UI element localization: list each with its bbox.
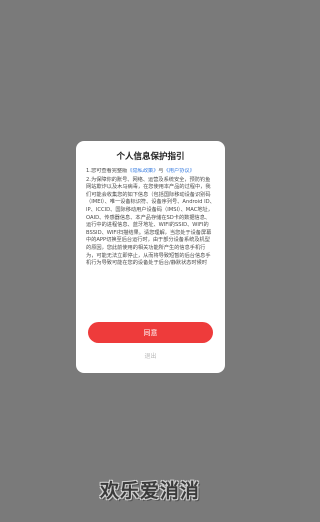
exit-button[interactable]: 退出 — [76, 351, 225, 360]
privacy-dialog: 个人信息保护指引 1.您可查看完整版《隐私政策》与《用户协议》 2.为保障你的账… — [76, 141, 225, 373]
dialog-title: 个人信息保护指引 — [116, 152, 185, 162]
dialog-scroll-content[interactable]: 1.您可查看完整版《隐私政策》与《用户协议》 2.为保障你的账号、网络、运营及系… — [86, 168, 215, 324]
game-logo: 欢乐爱消消 — [99, 480, 200, 502]
privacy-policy-link[interactable]: 《隐私政策》 — [127, 168, 158, 174]
policy-paragraph-2: 2.为保障你的账号、网络、运营及系统安全，预防钓鱼网站欺诈以及木马病毒，在您使用… — [86, 176, 215, 267]
p1-prefix: 1.您可查看完整版 — [86, 168, 128, 174]
agree-button[interactable]: 同意 — [88, 322, 213, 343]
policy-paragraph-1: 1.您可查看完整版《隐私政策》与《用户协议》 — [86, 168, 215, 176]
user-agreement-link[interactable]: 《用户协议》 — [164, 168, 195, 174]
